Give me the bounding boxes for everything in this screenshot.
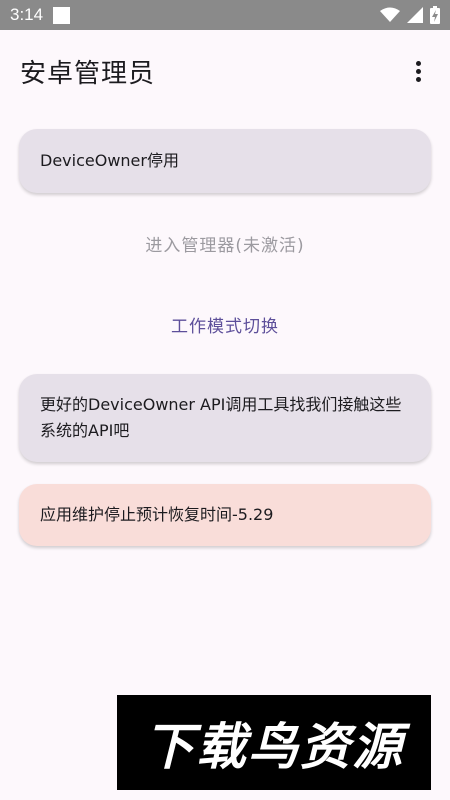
api-tool-card[interactable]: 更好的DeviceOwner API调用工具找我们接触这些系统的API吧 bbox=[19, 374, 431, 462]
maintenance-notice-label: 应用维护停止预计恢复时间-5.29 bbox=[40, 505, 274, 524]
notification-square-icon bbox=[53, 6, 71, 24]
status-icons bbox=[380, 6, 440, 24]
maintenance-notice-card[interactable]: 应用维护停止预计恢复时间-5.29 bbox=[19, 484, 431, 546]
wifi-icon bbox=[380, 7, 400, 22]
enter-admin-button[interactable]: 进入管理器(未激活) bbox=[0, 231, 450, 256]
more-vert-icon[interactable] bbox=[406, 51, 430, 91]
work-mode-switch-button[interactable]: 工作模式切换 bbox=[0, 312, 450, 337]
watermark-logo: 下载鸟资源 bbox=[117, 695, 431, 790]
device-owner-card[interactable]: DeviceOwner停用 bbox=[19, 129, 431, 193]
watermark-text: 下载鸟资源 bbox=[144, 717, 404, 776]
battery-charging-icon bbox=[430, 6, 440, 24]
status-bar: 3:14 bbox=[0, 0, 450, 30]
status-time: 3:14 bbox=[10, 5, 44, 24]
signal-icon bbox=[407, 7, 423, 23]
device-owner-card-label: DeviceOwner停用 bbox=[40, 151, 179, 170]
app-title: 安卓管理员 bbox=[20, 58, 156, 89]
api-tool-card-label: 更好的DeviceOwner API调用工具找我们接触这些系统的API吧 bbox=[40, 395, 402, 440]
app-bar: 安卓管理员 bbox=[0, 30, 450, 112]
